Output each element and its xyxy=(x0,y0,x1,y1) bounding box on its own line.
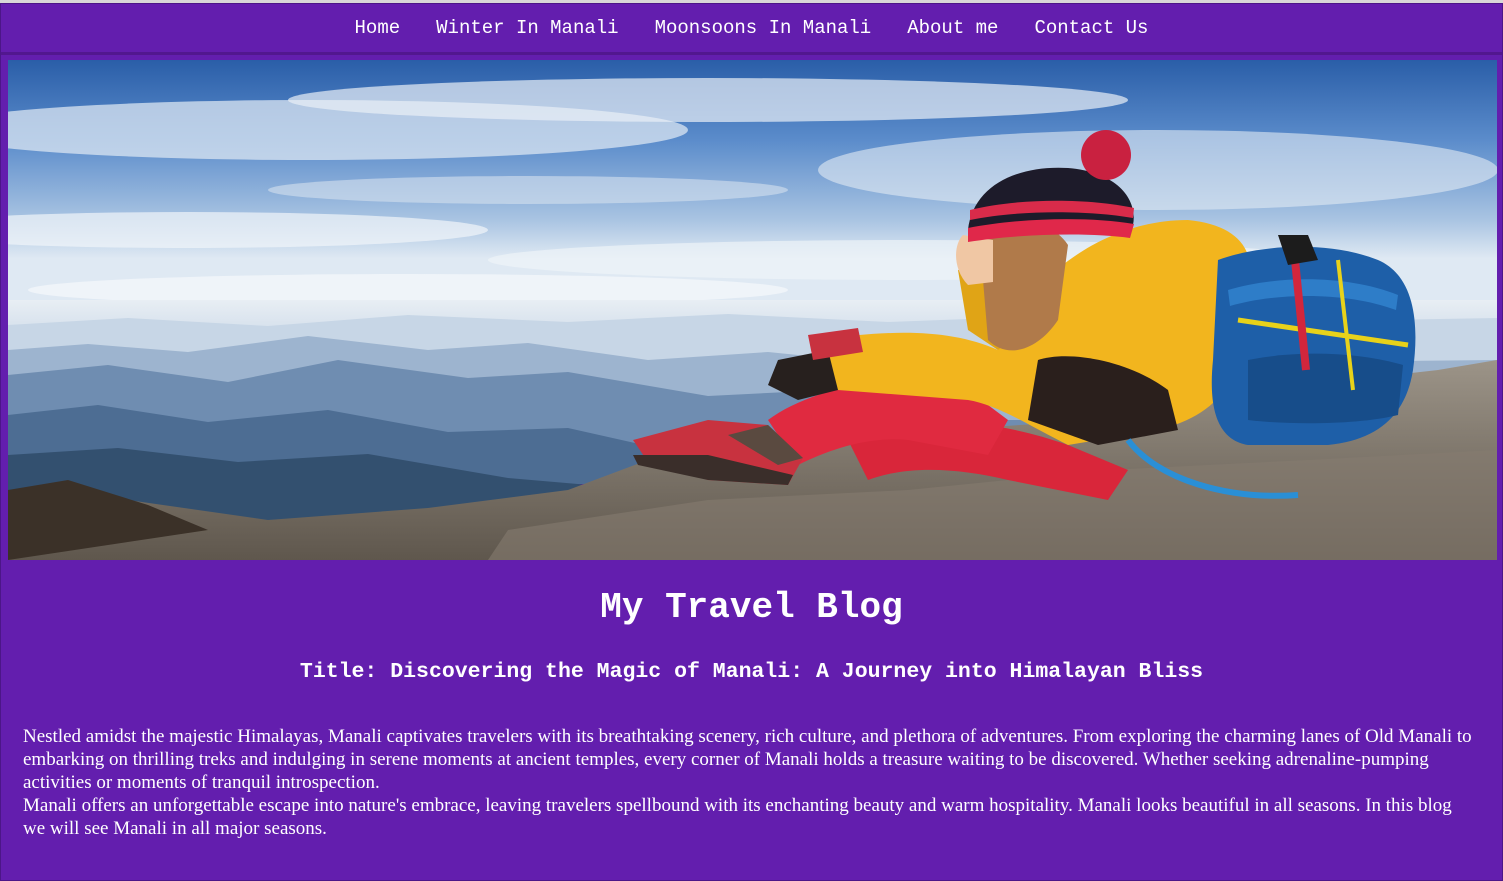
page: Home Winter In Manali Moonsoons In Manal… xyxy=(0,3,1503,881)
post-paragraph-1: Nestled amidst the majestic Himalayas, M… xyxy=(23,726,1472,793)
post-body: Nestled amidst the majestic Himalayas, M… xyxy=(23,725,1478,840)
post-paragraph-2: Manali offers an unforgettable escape in… xyxy=(23,795,1452,839)
nav-winter-in-manali[interactable]: Winter In Manali xyxy=(436,17,618,39)
post-title: Title: Discovering the Magic of Manali: … xyxy=(299,660,1204,684)
nav-contact-us[interactable]: Contact Us xyxy=(1034,17,1148,39)
nav-monsoons-in-manali[interactable]: Moonsoons In Manali xyxy=(655,17,872,39)
hero-image xyxy=(8,60,1497,560)
page-title: My Travel Blog xyxy=(600,587,903,628)
nav-home[interactable]: Home xyxy=(355,17,401,39)
top-nav: Home Winter In Manali Moonsoons In Manal… xyxy=(1,4,1502,55)
nav-about-me[interactable]: About me xyxy=(907,17,998,39)
